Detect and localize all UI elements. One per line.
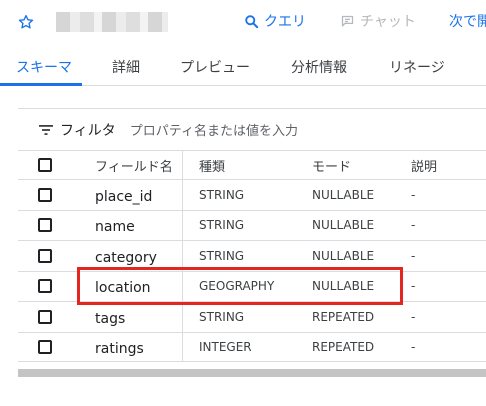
field-name: location bbox=[95, 280, 151, 297]
field-type: INTEGER bbox=[199, 339, 252, 354]
row-checkbox[interactable] bbox=[38, 309, 52, 324]
query-button[interactable]: クエリ bbox=[244, 11, 306, 31]
chat-button[interactable]: チャット bbox=[340, 11, 416, 31]
field-type: STRING bbox=[199, 187, 245, 202]
horizontal-scrollbar[interactable] bbox=[18, 369, 486, 377]
field-mode: NULLABLE bbox=[312, 218, 375, 233]
field-type: STRING bbox=[199, 309, 245, 324]
filter-bar[interactable]: フィルタ プロパティ名または値を入力 bbox=[18, 108, 486, 150]
column-header-mode: モード bbox=[312, 159, 352, 175]
table-row: category STRING NULLABLE - bbox=[18, 240, 486, 271]
field-type: GEOGRAPHY bbox=[199, 279, 275, 294]
tab-insights[interactable]: 分析情報 bbox=[291, 57, 347, 77]
star-icon[interactable] bbox=[17, 13, 35, 31]
tab-preview[interactable]: プレビュー bbox=[180, 57, 250, 77]
table-row: name STRING NULLABLE - bbox=[18, 209, 486, 240]
field-mode: NULLABLE bbox=[312, 279, 375, 294]
field-name: tags bbox=[95, 310, 126, 327]
column-divider[interactable] bbox=[182, 151, 183, 179]
row-checkbox[interactable] bbox=[38, 279, 52, 294]
filter-input[interactable]: プロパティ名または値を入力 bbox=[130, 120, 298, 139]
column-divider bbox=[182, 302, 183, 332]
row-checkbox[interactable] bbox=[38, 248, 52, 263]
column-header-description: 説明 bbox=[411, 159, 438, 175]
field-description: - bbox=[411, 309, 416, 324]
field-mode: NULLABLE bbox=[312, 248, 375, 263]
chat-icon bbox=[341, 15, 354, 26]
table-row: place_id STRING NULLABLE - bbox=[18, 179, 486, 210]
table-row: location GEOGRAPHY NULLABLE - bbox=[18, 270, 486, 301]
field-type: STRING bbox=[199, 248, 245, 263]
field-description: - bbox=[411, 279, 416, 294]
row-checkbox[interactable] bbox=[38, 218, 52, 233]
field-type: STRING bbox=[199, 218, 245, 233]
row-checkbox[interactable] bbox=[38, 339, 52, 354]
tab-lineage[interactable]: リネージ bbox=[389, 57, 445, 77]
query-label: クエリ bbox=[264, 14, 306, 30]
toolbar: クエリ チャット 次で開く bbox=[0, 0, 486, 44]
select-all-checkbox[interactable] bbox=[38, 158, 52, 172]
field-description: - bbox=[411, 187, 416, 202]
field-name: place_id bbox=[95, 188, 153, 205]
tab-schema[interactable]: スキーマ bbox=[16, 57, 72, 77]
active-tab-indicator bbox=[0, 83, 82, 86]
field-description: - bbox=[411, 218, 416, 233]
column-header-field-name[interactable]: フィールド名 bbox=[95, 151, 173, 179]
field-name: category bbox=[95, 249, 157, 266]
field-name: name bbox=[95, 219, 135, 236]
open-in-button[interactable]: 次で開く bbox=[449, 11, 486, 31]
schema-table: フィールド名 種類 モード 説明 place_id STRING NULLABL… bbox=[18, 150, 486, 362]
filter-icon bbox=[39, 124, 53, 135]
tab-bar: スキーマ 詳細 プレビュー 分析情報 リネージ bbox=[0, 50, 486, 86]
field-description: - bbox=[411, 248, 416, 263]
column-divider bbox=[182, 271, 183, 301]
tab-details[interactable]: 詳細 bbox=[112, 57, 140, 77]
table-row: ratings INTEGER REPEATED - bbox=[18, 331, 486, 362]
column-divider bbox=[182, 180, 183, 210]
field-description: - bbox=[411, 339, 416, 354]
field-mode: REPEATED bbox=[312, 309, 375, 324]
row-checkbox[interactable] bbox=[38, 187, 52, 202]
chat-label: チャット bbox=[360, 14, 416, 30]
redacted-table-title bbox=[56, 12, 168, 32]
column-header-type: 種類 bbox=[199, 159, 226, 175]
column-divider bbox=[182, 210, 183, 240]
table-header: フィールド名 種類 モード 説明 bbox=[18, 150, 486, 179]
field-mode: REPEATED bbox=[312, 339, 375, 354]
search-icon bbox=[245, 14, 259, 28]
field-name: ratings bbox=[95, 340, 144, 357]
filter-label: フィルタ bbox=[60, 122, 116, 139]
table-row: tags STRING REPEATED - bbox=[18, 301, 486, 332]
column-divider bbox=[182, 332, 183, 361]
column-divider bbox=[182, 241, 183, 271]
field-mode: NULLABLE bbox=[312, 187, 375, 202]
